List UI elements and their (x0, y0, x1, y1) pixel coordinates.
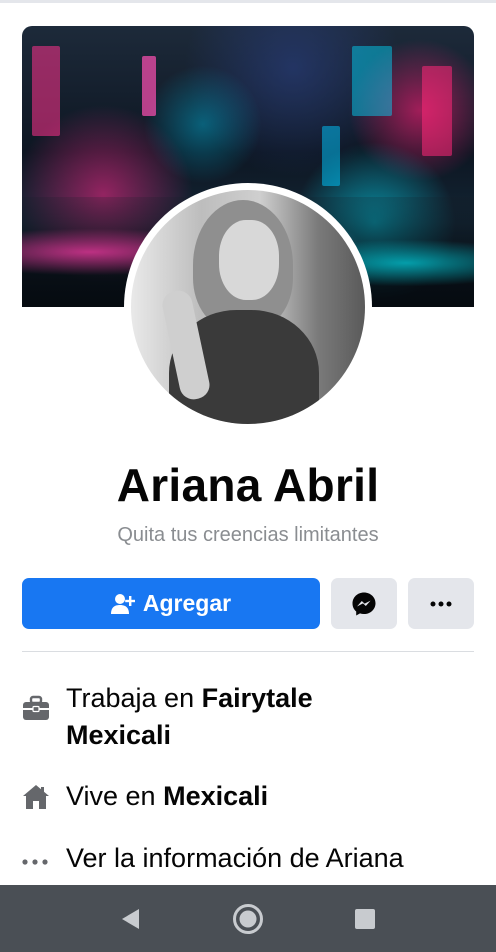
recents-square-icon[interactable] (351, 905, 379, 933)
info-work-row[interactable]: Trabaja en Fairytale Mexicali (0, 680, 496, 756)
messenger-icon (351, 591, 377, 617)
info-lives-row[interactable]: Vive en Mexicali (0, 778, 496, 818)
android-nav-bar (0, 885, 496, 952)
see-about-label: Ver la información de Ariana (66, 843, 404, 873)
see-about-info-row[interactable]: Ver la información de Ariana (0, 840, 496, 880)
message-button[interactable] (331, 578, 397, 629)
status-divider (0, 0, 496, 3)
work-place-line2: Mexicali (66, 720, 172, 750)
home-circle-icon[interactable] (232, 903, 264, 935)
briefcase-icon (22, 694, 50, 727)
add-friend-label: Agregar (142, 590, 232, 616)
profile-bio: Quita tus creencias limitantes (117, 524, 379, 546)
home-icon (22, 784, 50, 815)
lives-prefix: Vive en (66, 781, 164, 811)
more-dots-icon (22, 852, 48, 870)
profile-name: Ariana Abril (116, 459, 380, 511)
work-place-line1: Fairytale (201, 683, 313, 713)
add-friend-icon (110, 593, 135, 615)
more-options-button[interactable] (408, 578, 474, 629)
work-prefix: Trabaja en (66, 683, 202, 713)
back-triangle-icon[interactable] (116, 905, 144, 933)
add-friend-button[interactable]: Agregar (22, 578, 320, 629)
section-divider (22, 651, 474, 652)
lives-place: Mexicali (163, 781, 269, 811)
profile-picture[interactable] (131, 190, 365, 424)
more-dots-icon (430, 601, 452, 607)
